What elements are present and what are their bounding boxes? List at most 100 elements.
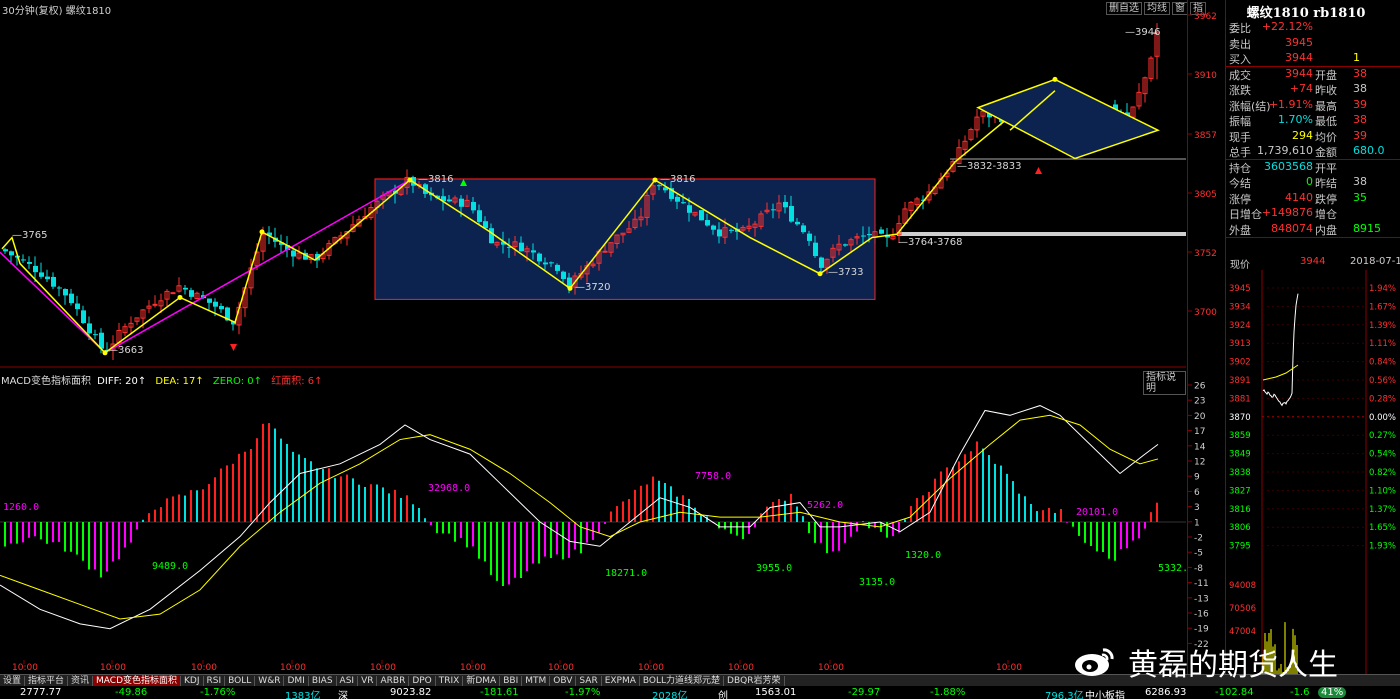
intraday-chart[interactable]: 3945 3934 3924 3913 3902 3891 3881 3870 3859 3849… bbox=[1226, 270, 1400, 685]
indicator-tab-11[interactable]: VR bbox=[358, 676, 378, 686]
time-label: 10:00 bbox=[818, 663, 844, 673]
macd-area-label: 3955.0 bbox=[756, 563, 792, 574]
indicator-tab-13[interactable]: DPO bbox=[409, 676, 436, 686]
mini-pct-label: 1.67% bbox=[1369, 302, 1396, 312]
candle-body bbox=[519, 242, 524, 252]
quote-row: 日增仓 +149876 增仓 bbox=[1229, 206, 1400, 222]
quote-value: 39 bbox=[1353, 97, 1367, 111]
mini-pct-label: 0.54% bbox=[1369, 450, 1396, 460]
mini-price-label: 3913 bbox=[1229, 339, 1251, 349]
mini-vol-label: 70506 bbox=[1229, 604, 1256, 614]
candle-body bbox=[861, 235, 866, 237]
status-item: 创 bbox=[718, 691, 728, 699]
quote-value: 3944 bbox=[1285, 66, 1313, 80]
candle-body bbox=[681, 202, 686, 204]
trend-line-magenta bbox=[0, 179, 411, 354]
indicator-tab-12[interactable]: ARBR bbox=[377, 676, 410, 686]
intraday-price-line bbox=[1262, 293, 1299, 407]
quote-key: 涨跌 bbox=[1229, 84, 1251, 97]
intraday-header: 现价 3944 2018-07-11, bbox=[1230, 256, 1400, 271]
chart-canvas[interactable]: —3765 —3663 —3816 —3720 —3816 —3733 —3764-3768… bbox=[0, 0, 1186, 685]
zigzag-node bbox=[567, 285, 573, 291]
quote-value: 38 bbox=[1353, 113, 1367, 126]
quote-panel: 螺纹1810 rb1810 委比 +22.12% 卖出 3945 买入 3944 1 成交 39… bbox=[1225, 0, 1400, 250]
mini-price-label: 3891 bbox=[1229, 376, 1251, 386]
indicator-tab-0[interactable]: 设置 bbox=[0, 676, 26, 686]
quote-value: 8915 bbox=[1353, 221, 1381, 235]
indicator-tab-5[interactable]: RSI bbox=[204, 676, 226, 686]
quote-key: 增仓 bbox=[1315, 208, 1337, 221]
price-axis-label: 3857 bbox=[1194, 131, 1217, 141]
candle-body bbox=[207, 298, 212, 303]
candle-body bbox=[219, 306, 224, 310]
macd-axis-label: -2 bbox=[1194, 534, 1203, 544]
macd-area-label: 1320.0 bbox=[905, 550, 941, 561]
indicator-tab-15[interactable]: 新DMA bbox=[463, 676, 501, 686]
candle-body bbox=[537, 253, 542, 262]
toolbar-button-2[interactable]: 窗 bbox=[1172, 2, 1188, 15]
zigzag-node bbox=[407, 177, 413, 183]
candle-body bbox=[705, 220, 710, 226]
toolbar-button-1[interactable]: 均线 bbox=[1144, 2, 1170, 15]
macd-area-label: 3135.0 bbox=[859, 577, 895, 588]
mini-pct-label: 1.93% bbox=[1369, 542, 1396, 552]
price-annotation: —3946 bbox=[1125, 27, 1160, 38]
indicator-tab-14[interactable]: TRIX bbox=[436, 676, 464, 686]
quote-row: 买入 3944 1 bbox=[1229, 51, 1400, 67]
candle-body bbox=[657, 185, 662, 187]
quote-value: 3945 bbox=[1285, 35, 1313, 49]
signal-arrow-icon bbox=[1035, 167, 1042, 174]
zigzag-node bbox=[177, 294, 183, 300]
mini-pct-label: 0.84% bbox=[1369, 358, 1396, 368]
macd-axis-label: -13 bbox=[1194, 594, 1209, 604]
macd-area-label: 32968.0 bbox=[428, 483, 470, 494]
quote-value: +1.91% bbox=[1268, 97, 1313, 111]
macd-title: MACD变色指标面积 DIFF: 20↑ DEA: 17↑ ZERO: 0↑ 红… bbox=[1, 372, 323, 387]
indicator-tab-19[interactable]: SAR bbox=[576, 676, 602, 686]
mini-price-label: 3934 bbox=[1229, 302, 1251, 312]
chart-area[interactable]: —3765 —3663 —3816 —3720 —3816 —3733 —3764-3768… bbox=[0, 0, 1206, 685]
quote-key: 跌停 bbox=[1315, 192, 1337, 206]
macd-area-label: 7758.0 bbox=[695, 471, 731, 482]
indicator-tab-8[interactable]: DMI bbox=[284, 676, 309, 686]
intraday-panel[interactable]: 现价 3944 2018-07-11, 3945 3934 3924 3913 3902… bbox=[1225, 250, 1400, 685]
indicator-tab-16[interactable]: BBI bbox=[500, 676, 523, 686]
price-axis-label: 3910 bbox=[1194, 71, 1217, 81]
indicator-tab-18[interactable]: OBV bbox=[550, 676, 577, 686]
mini-price-label: 3881 bbox=[1229, 394, 1251, 404]
indicator-tab-21[interactable]: BOLL力道线郑元楚 bbox=[640, 676, 725, 686]
quote-key: 现手 bbox=[1229, 130, 1251, 144]
candle-body bbox=[602, 250, 608, 253]
mini-price-label: 3945 bbox=[1229, 284, 1251, 294]
macd-axis-label: 23 bbox=[1194, 397, 1205, 407]
candle-body bbox=[33, 265, 38, 273]
indicator-help-button[interactable]: 指标说明 bbox=[1143, 371, 1186, 395]
toolbar-button-0[interactable]: 删自选 bbox=[1106, 2, 1142, 15]
candle-body bbox=[699, 210, 704, 221]
quote-key: 委比 bbox=[1229, 22, 1251, 35]
status-item: -1.88% bbox=[930, 687, 966, 698]
indicator-tab-9[interactable]: BIAS bbox=[309, 676, 337, 686]
indicator-tab-20[interactable]: EXPMA bbox=[602, 676, 640, 686]
indicator-tab-6[interactable]: BOLL bbox=[225, 676, 256, 686]
indicator-tab-3[interactable]: MACD变色指标面积 bbox=[93, 676, 182, 686]
macd-diff: DIFF: 20↑ bbox=[97, 376, 147, 387]
quote-value: +74 bbox=[1289, 82, 1313, 95]
indicator-tab-10[interactable]: ASI bbox=[337, 676, 359, 686]
candle-body bbox=[81, 310, 86, 324]
candle-body bbox=[459, 198, 464, 207]
candle-body bbox=[555, 264, 560, 271]
quote-key: 今结 bbox=[1229, 177, 1251, 190]
zigzag-node bbox=[259, 229, 265, 235]
quote-value: 0 bbox=[1306, 175, 1313, 188]
indicator-tab-2[interactable]: 资讯 bbox=[68, 676, 94, 686]
indicator-tab-1[interactable]: 指标平台 bbox=[25, 676, 69, 686]
indicator-tab-7[interactable]: W&R bbox=[255, 676, 285, 686]
candle-body bbox=[783, 201, 788, 208]
indicator-tab-17[interactable]: MTM bbox=[522, 676, 551, 686]
macd-zero: ZERO: 0↑ bbox=[212, 376, 263, 387]
indicator-tab-4[interactable]: KDJ bbox=[181, 676, 204, 686]
mini-pct-label: 0.28% bbox=[1369, 394, 1396, 404]
indicator-tab-22[interactable]: DBQR岩芳荣 bbox=[724, 676, 785, 686]
candle-body bbox=[63, 289, 68, 296]
